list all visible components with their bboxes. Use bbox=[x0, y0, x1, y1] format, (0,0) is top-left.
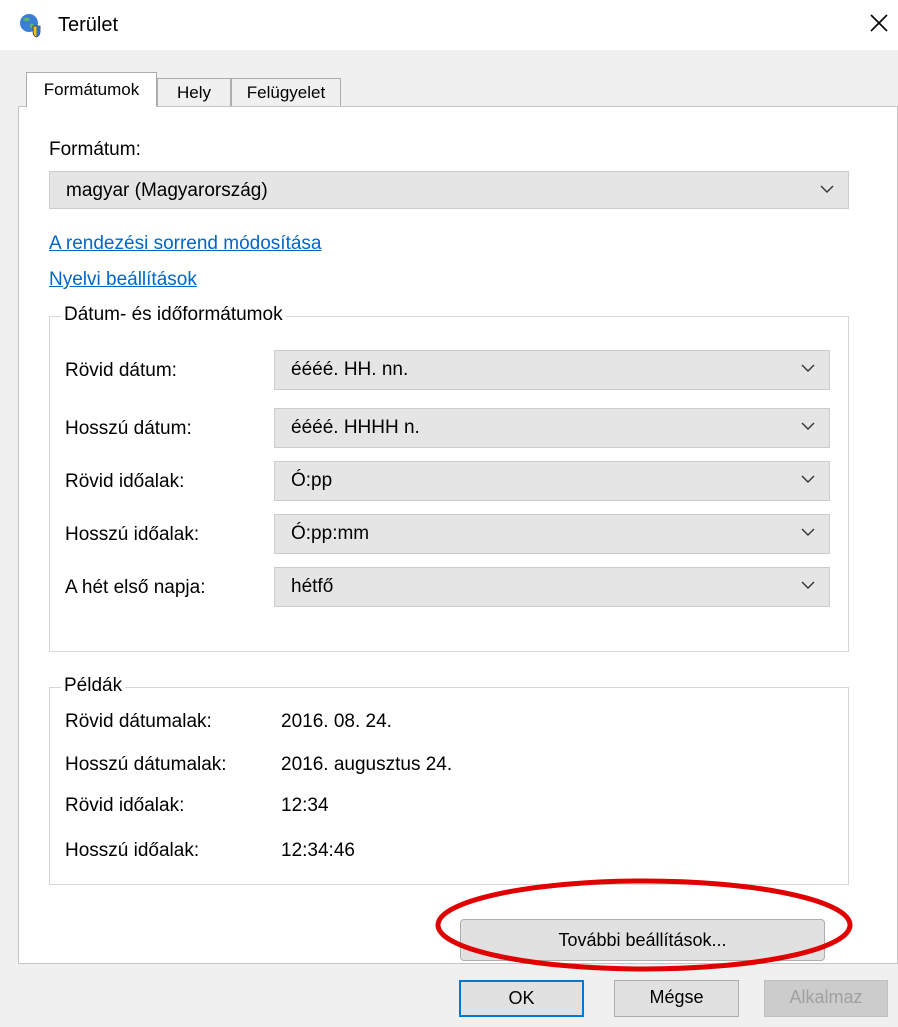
examples-legend: Példák bbox=[61, 675, 126, 697]
chevron-down-icon bbox=[820, 185, 834, 193]
example-short-time-value: 12:34 bbox=[281, 795, 329, 816]
short-time-label: Rövid időalak: bbox=[65, 471, 185, 492]
chevron-down-icon bbox=[801, 364, 815, 372]
cancel-button[interactable]: Mégse bbox=[614, 980, 739, 1017]
tab-hely-label: Hely bbox=[176, 83, 211, 102]
long-time-value: Ó:pp:mm bbox=[291, 523, 370, 544]
example-short-date-value: 2016. 08. 24. bbox=[281, 711, 392, 732]
tab-hely[interactable]: Hely bbox=[157, 78, 231, 106]
tab-formatumok-label: Formátumok bbox=[43, 80, 140, 99]
chevron-down-icon bbox=[801, 581, 815, 589]
long-date-dropdown[interactable]: éééé. HHHH n. bbox=[274, 408, 830, 448]
window-title: Terület bbox=[58, 14, 119, 36]
example-long-date-value: 2016. augusztus 24. bbox=[281, 754, 453, 775]
format-label: Formátum: bbox=[49, 139, 141, 160]
tab-felugyelet[interactable]: Felügyelet bbox=[231, 78, 341, 106]
short-time-dropdown[interactable]: Ó:pp bbox=[274, 461, 830, 501]
example-long-date-label: Hosszú dátumalak: bbox=[65, 754, 227, 775]
cancel-label: Mégse bbox=[649, 987, 704, 1007]
format-dropdown-value: magyar (Magyarország) bbox=[66, 180, 268, 201]
date-time-formats-legend: Dátum- és időformátumok bbox=[61, 304, 286, 326]
long-time-label: Hosszú időalak: bbox=[65, 524, 200, 545]
ok-button[interactable]: OK bbox=[459, 980, 584, 1017]
short-date-dropdown[interactable]: éééé. HH. nn. bbox=[274, 350, 830, 390]
globe-shield-icon bbox=[20, 14, 41, 38]
chevron-down-icon bbox=[801, 475, 815, 483]
short-time-value: Ó:pp bbox=[291, 470, 333, 491]
long-time-dropdown[interactable]: Ó:pp:mm bbox=[274, 514, 830, 554]
tab-formatumok[interactable]: Formátumok bbox=[26, 72, 157, 107]
example-short-time-label: Rövid időalak: bbox=[65, 795, 185, 816]
long-date-value: éééé. HHHH n. bbox=[291, 417, 420, 438]
short-date-value: éééé. HH. nn. bbox=[291, 359, 409, 380]
additional-settings-button[interactable]: További beállítások... bbox=[460, 919, 825, 961]
first-day-label: A hét első napja: bbox=[65, 577, 206, 598]
format-dropdown[interactable]: magyar (Magyarország) bbox=[49, 171, 849, 209]
long-date-label: Hosszú dátum: bbox=[65, 418, 192, 439]
first-day-dropdown[interactable]: hétfő bbox=[274, 567, 830, 607]
ok-label: OK bbox=[508, 988, 535, 1008]
apply-button[interactable]: Alkalmaz bbox=[764, 980, 888, 1017]
additional-settings-label: További beállítások... bbox=[558, 930, 727, 950]
short-date-label: Rövid dátum: bbox=[65, 360, 177, 381]
tab-felugyelet-label: Felügyelet bbox=[246, 83, 326, 102]
apply-label: Alkalmaz bbox=[789, 987, 863, 1007]
first-day-value: hétfő bbox=[291, 576, 334, 597]
example-long-time-label: Hosszú időalak: bbox=[65, 840, 200, 861]
example-long-time-value: 12:34:46 bbox=[281, 840, 355, 861]
chevron-down-icon bbox=[801, 422, 815, 430]
title-bar: Terület bbox=[0, 0, 898, 50]
tab-panel-formatumok: Formátum: magyar (Magyarország) A rendez… bbox=[18, 106, 898, 964]
close-icon[interactable] bbox=[862, 6, 896, 40]
sort-order-link[interactable]: A rendezési sorrend módosítása bbox=[49, 233, 322, 255]
chevron-down-icon bbox=[801, 528, 815, 536]
example-short-date-label: Rövid dátumalak: bbox=[65, 711, 212, 732]
language-settings-link[interactable]: Nyelvi beállítások bbox=[49, 269, 197, 291]
